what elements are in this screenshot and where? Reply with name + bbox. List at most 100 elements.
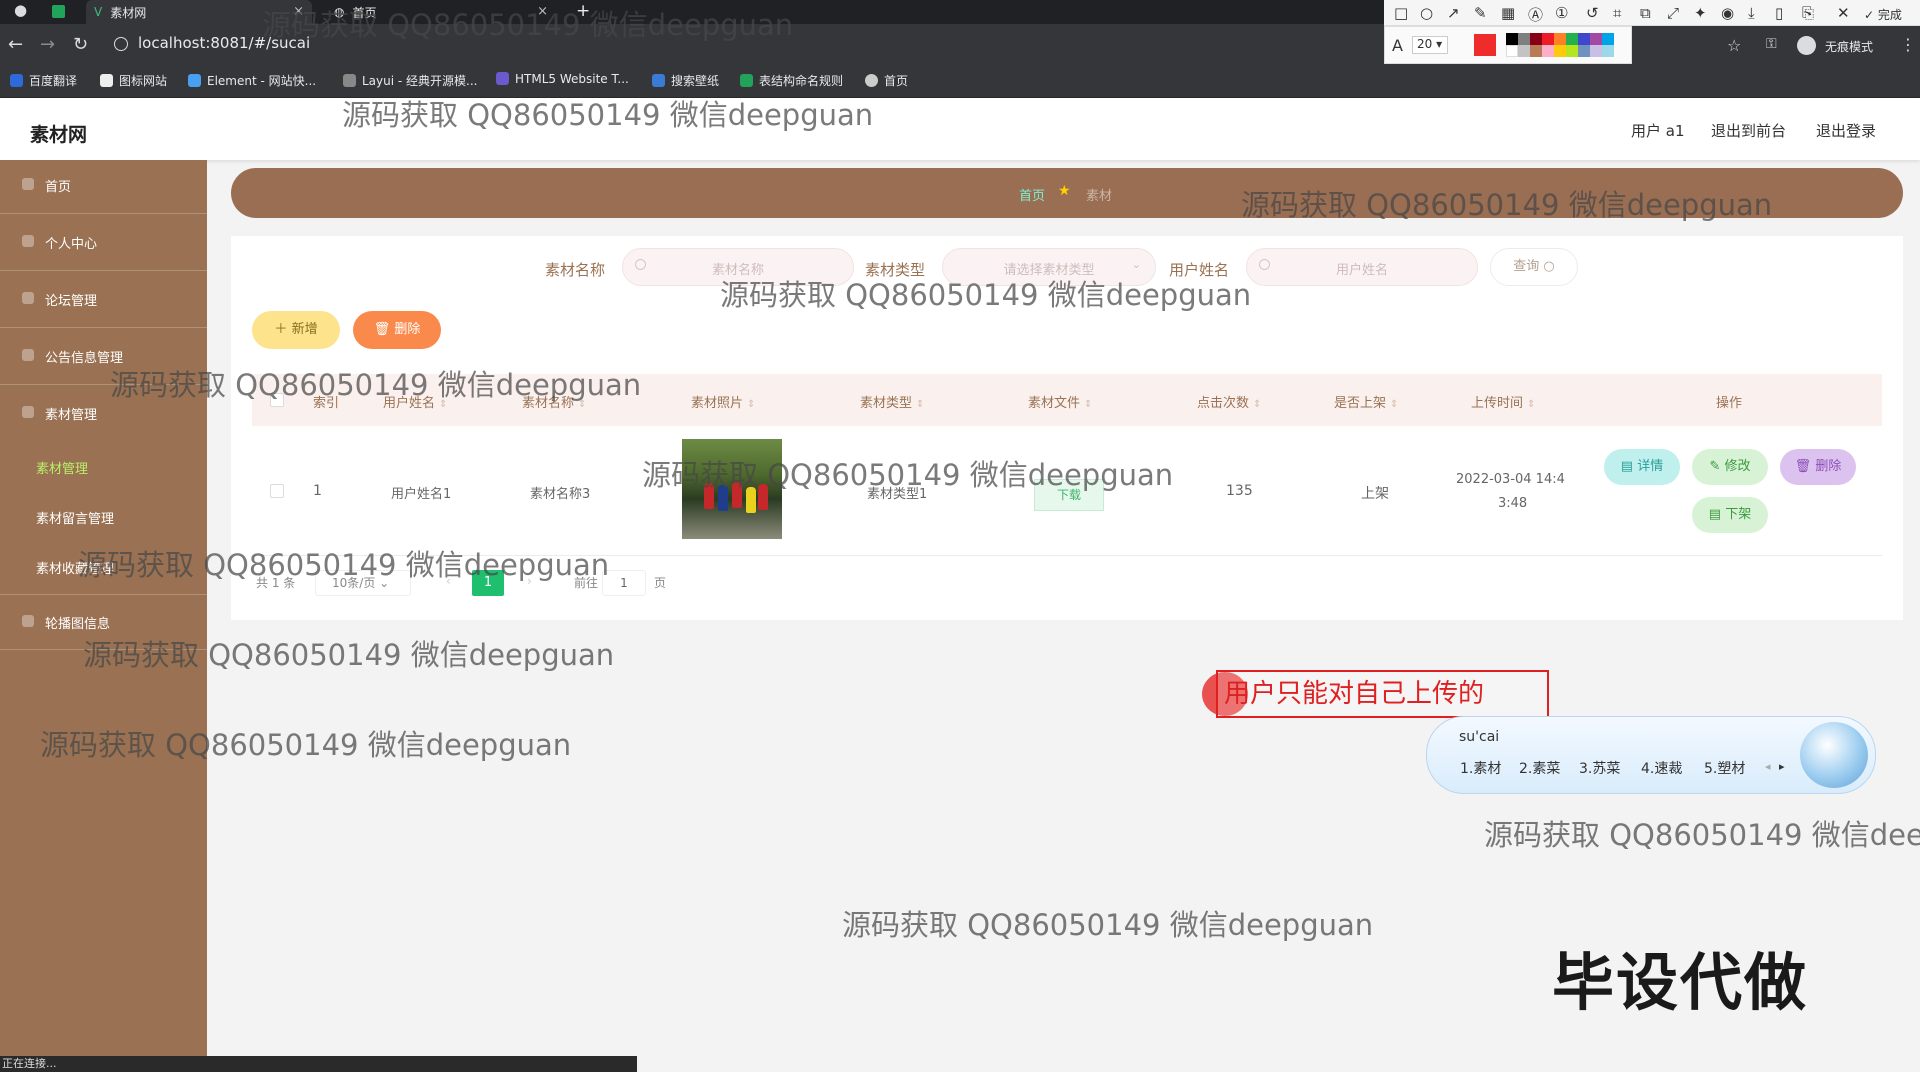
color-swatch[interactable] [1506,33,1518,45]
cell-upload-time: 2022-03-04 14:4 [1456,472,1565,487]
row-checkbox[interactable] [270,484,284,498]
bookmark-item[interactable]: HTML5 Website T... [496,72,629,86]
color-swatch[interactable] [1566,33,1578,45]
color-swatch[interactable] [1530,33,1542,45]
col-clicks[interactable]: 点击次数 ⇕ [1197,392,1261,411]
bookmark-item[interactable]: 图标网站 [100,72,167,89]
trash-icon: 🗑 [1794,459,1812,474]
add-button[interactable]: ＋ 新增 [252,311,340,349]
bookmark-item[interactable]: 表结构命名规则 [740,72,843,89]
bookmark-icon[interactable]: ⎘ [1802,4,1814,22]
search-user-input[interactable]: 用户姓名 [1246,248,1478,286]
detail-button[interactable]: ▤ 详情 [1604,449,1680,485]
current-user-link[interactable]: 用户 a1 [1631,120,1685,141]
color-swatch[interactable] [1542,33,1554,45]
notice-icon [22,349,34,361]
folder-icon [22,406,34,418]
sidebar-item-profile[interactable]: 个人中心 [0,215,207,271]
bookmark-item[interactable]: 搜索壁纸 [652,72,719,89]
text-tool-icon[interactable]: Ⓐ [1528,4,1543,25]
done-button[interactable]: ✓ 完成 [1864,6,1902,23]
download-icon[interactable]: ⤓ [1748,4,1755,22]
delete-button[interactable]: 🗑 删除 [1780,449,1856,485]
color-swatch[interactable] [1518,45,1530,57]
color-swatch[interactable] [1530,45,1542,57]
breadcrumb-home[interactable]: 首页 [1019,185,1045,204]
color-swatch[interactable] [1578,45,1590,57]
key-icon[interactable]: ⚿ [1766,36,1777,52]
batch-delete-button[interactable]: 🗑 删除 [353,311,441,349]
sidebar-subitem-material[interactable]: 素材管理 [36,458,88,477]
ime-candidate[interactable]: 2.素菜 [1519,758,1560,778]
cell-clicks: 135 [1226,483,1253,499]
copy-icon[interactable]: ⧉ [1640,4,1651,22]
cell-user: 用户姓名1 [391,487,452,502]
ime-candidate[interactable]: 3.苏菜 [1579,758,1620,778]
promo-text: 毕设代做 [1552,946,1809,1019]
forward-icon[interactable]: → [40,34,55,55]
query-button[interactable]: 查询 ○ [1490,248,1578,286]
bookmark-item[interactable]: Layui - 经典开源模... [343,72,477,89]
reload-icon[interactable]: ↻ [73,34,88,55]
bookmark-item[interactable]: 百度翻译 [10,72,77,89]
back-icon[interactable]: ← [8,34,23,55]
phone-icon[interactable]: ▯ [1775,4,1783,22]
undo-icon[interactable]: ↺ [1586,4,1599,22]
search-icon: ○ [1543,259,1555,274]
resize-icon[interactable]: ⤢ [1667,4,1679,22]
color-swatch[interactable] [1602,33,1614,45]
color-swatch[interactable] [1554,33,1566,45]
watermark: 源码获取 QQ86050149 微信deepguan [642,458,1174,492]
col-photo[interactable]: 素材照片 ⇕ [691,392,755,411]
close-draw-icon[interactable]: ✕ [1837,4,1850,22]
color-swatch[interactable] [1542,45,1554,57]
color-current[interactable] [1474,34,1496,56]
color-swatch[interactable] [1578,33,1590,45]
color-swatch[interactable] [1590,33,1602,45]
forum-icon [22,292,34,304]
browser-menu-icon[interactable]: ● [14,1,27,19]
ime-candidate[interactable]: 1.素材 [1460,758,1501,778]
crop-icon[interactable]: ⌗ [1613,4,1621,22]
edit-button[interactable]: ✎ 修改 [1692,449,1768,485]
sidebar-item-home[interactable]: 首页 [0,158,207,214]
col-type[interactable]: 素材类型 ⇕ [860,392,924,411]
col-file[interactable]: 素材文件 ⇕ [1028,392,1092,411]
sidebar-item-forum[interactable]: 论坛管理 [0,272,207,328]
info-icon [114,37,128,51]
brand-title: 素材网 [30,124,88,146]
logout-link[interactable]: 退出登录 [1816,120,1876,141]
bookmark-item[interactable]: 首页 [865,72,908,89]
col-on-shelf[interactable]: 是否上架 ⇕ [1334,392,1398,411]
pen-tool-icon[interactable]: ✎ [1474,4,1487,22]
color-swatch[interactable] [1554,45,1566,57]
unlist-button[interactable]: ▤ 下架 [1692,497,1768,533]
ime-prev-icon[interactable]: ◂ [1765,760,1771,773]
browser-menu-dots-icon[interactable]: ⋮ [1900,35,1916,54]
arrow-tool-icon[interactable]: ↗ [1447,4,1460,22]
record-icon[interactable]: ◉ [1721,4,1734,22]
bookmark-star-icon[interactable]: ☆ [1727,36,1741,55]
sidebar-item-label: 素材管理 [45,408,98,423]
col-upload-time[interactable]: 上传时间 ⇕ [1471,392,1535,411]
color-swatch[interactable] [1602,45,1614,57]
doc-icon: ▤ [1620,459,1634,474]
ime-candidate[interactable]: 5.塑材 [1704,758,1745,778]
color-swatch[interactable] [1518,33,1530,45]
number-tool-icon[interactable]: ① [1555,4,1568,22]
sidebar-subitem-comments[interactable]: 素材留言管理 [36,508,114,527]
ime-candidate[interactable]: 4.速裁 [1641,758,1682,778]
color-swatch[interactable] [1506,45,1518,57]
mosaic-tool-icon[interactable]: ▦ [1501,4,1515,22]
browser-extension-icon[interactable] [52,5,65,18]
font-size-select[interactable]: 20 ▾ [1412,36,1448,54]
watermark: 源码获取 QQ86050149 微信deepguan [83,638,615,672]
circle-tool-icon[interactable]: ○ [1420,4,1433,22]
ime-next-icon[interactable]: ▸ [1779,760,1785,773]
color-swatch[interactable] [1566,45,1578,57]
pin-icon[interactable]: ✦ [1694,4,1707,22]
bookmark-item[interactable]: Element - 网站快... [188,72,316,89]
back-to-front-link[interactable]: 退出到前台 [1711,120,1786,141]
rectangle-tool-icon[interactable]: □ [1394,4,1408,22]
color-swatch[interactable] [1590,45,1602,57]
